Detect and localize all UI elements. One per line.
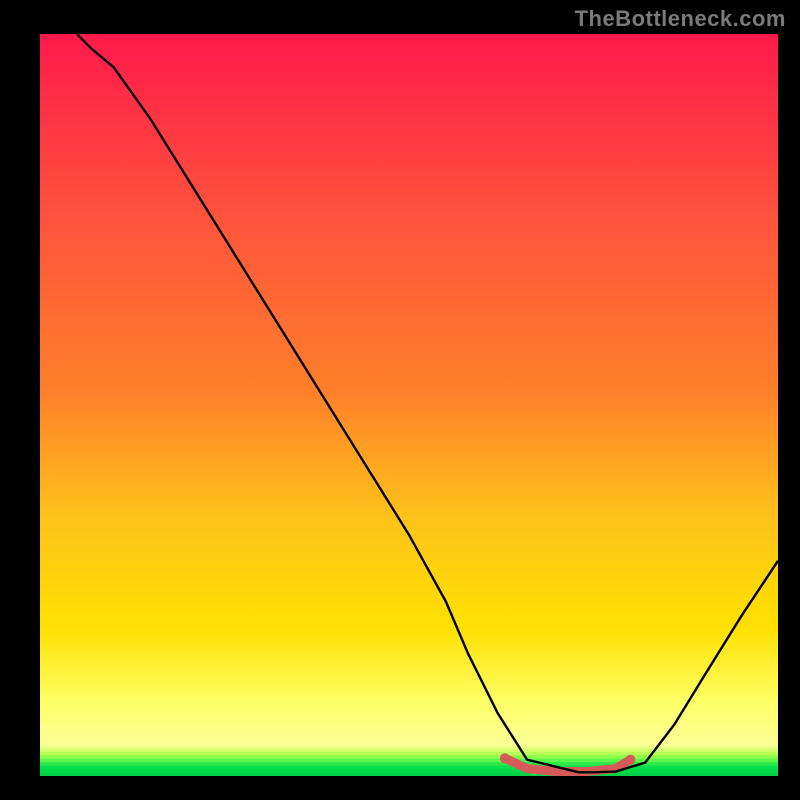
chart-frame xyxy=(40,34,778,776)
gradient-background xyxy=(40,34,778,776)
chart-area xyxy=(40,34,778,776)
watermark-text: TheBottleneck.com xyxy=(575,6,786,32)
chart-svg xyxy=(40,34,778,776)
highlight-endpoint xyxy=(500,753,510,763)
green-band xyxy=(40,745,778,776)
highlight-endpoint xyxy=(625,755,635,765)
